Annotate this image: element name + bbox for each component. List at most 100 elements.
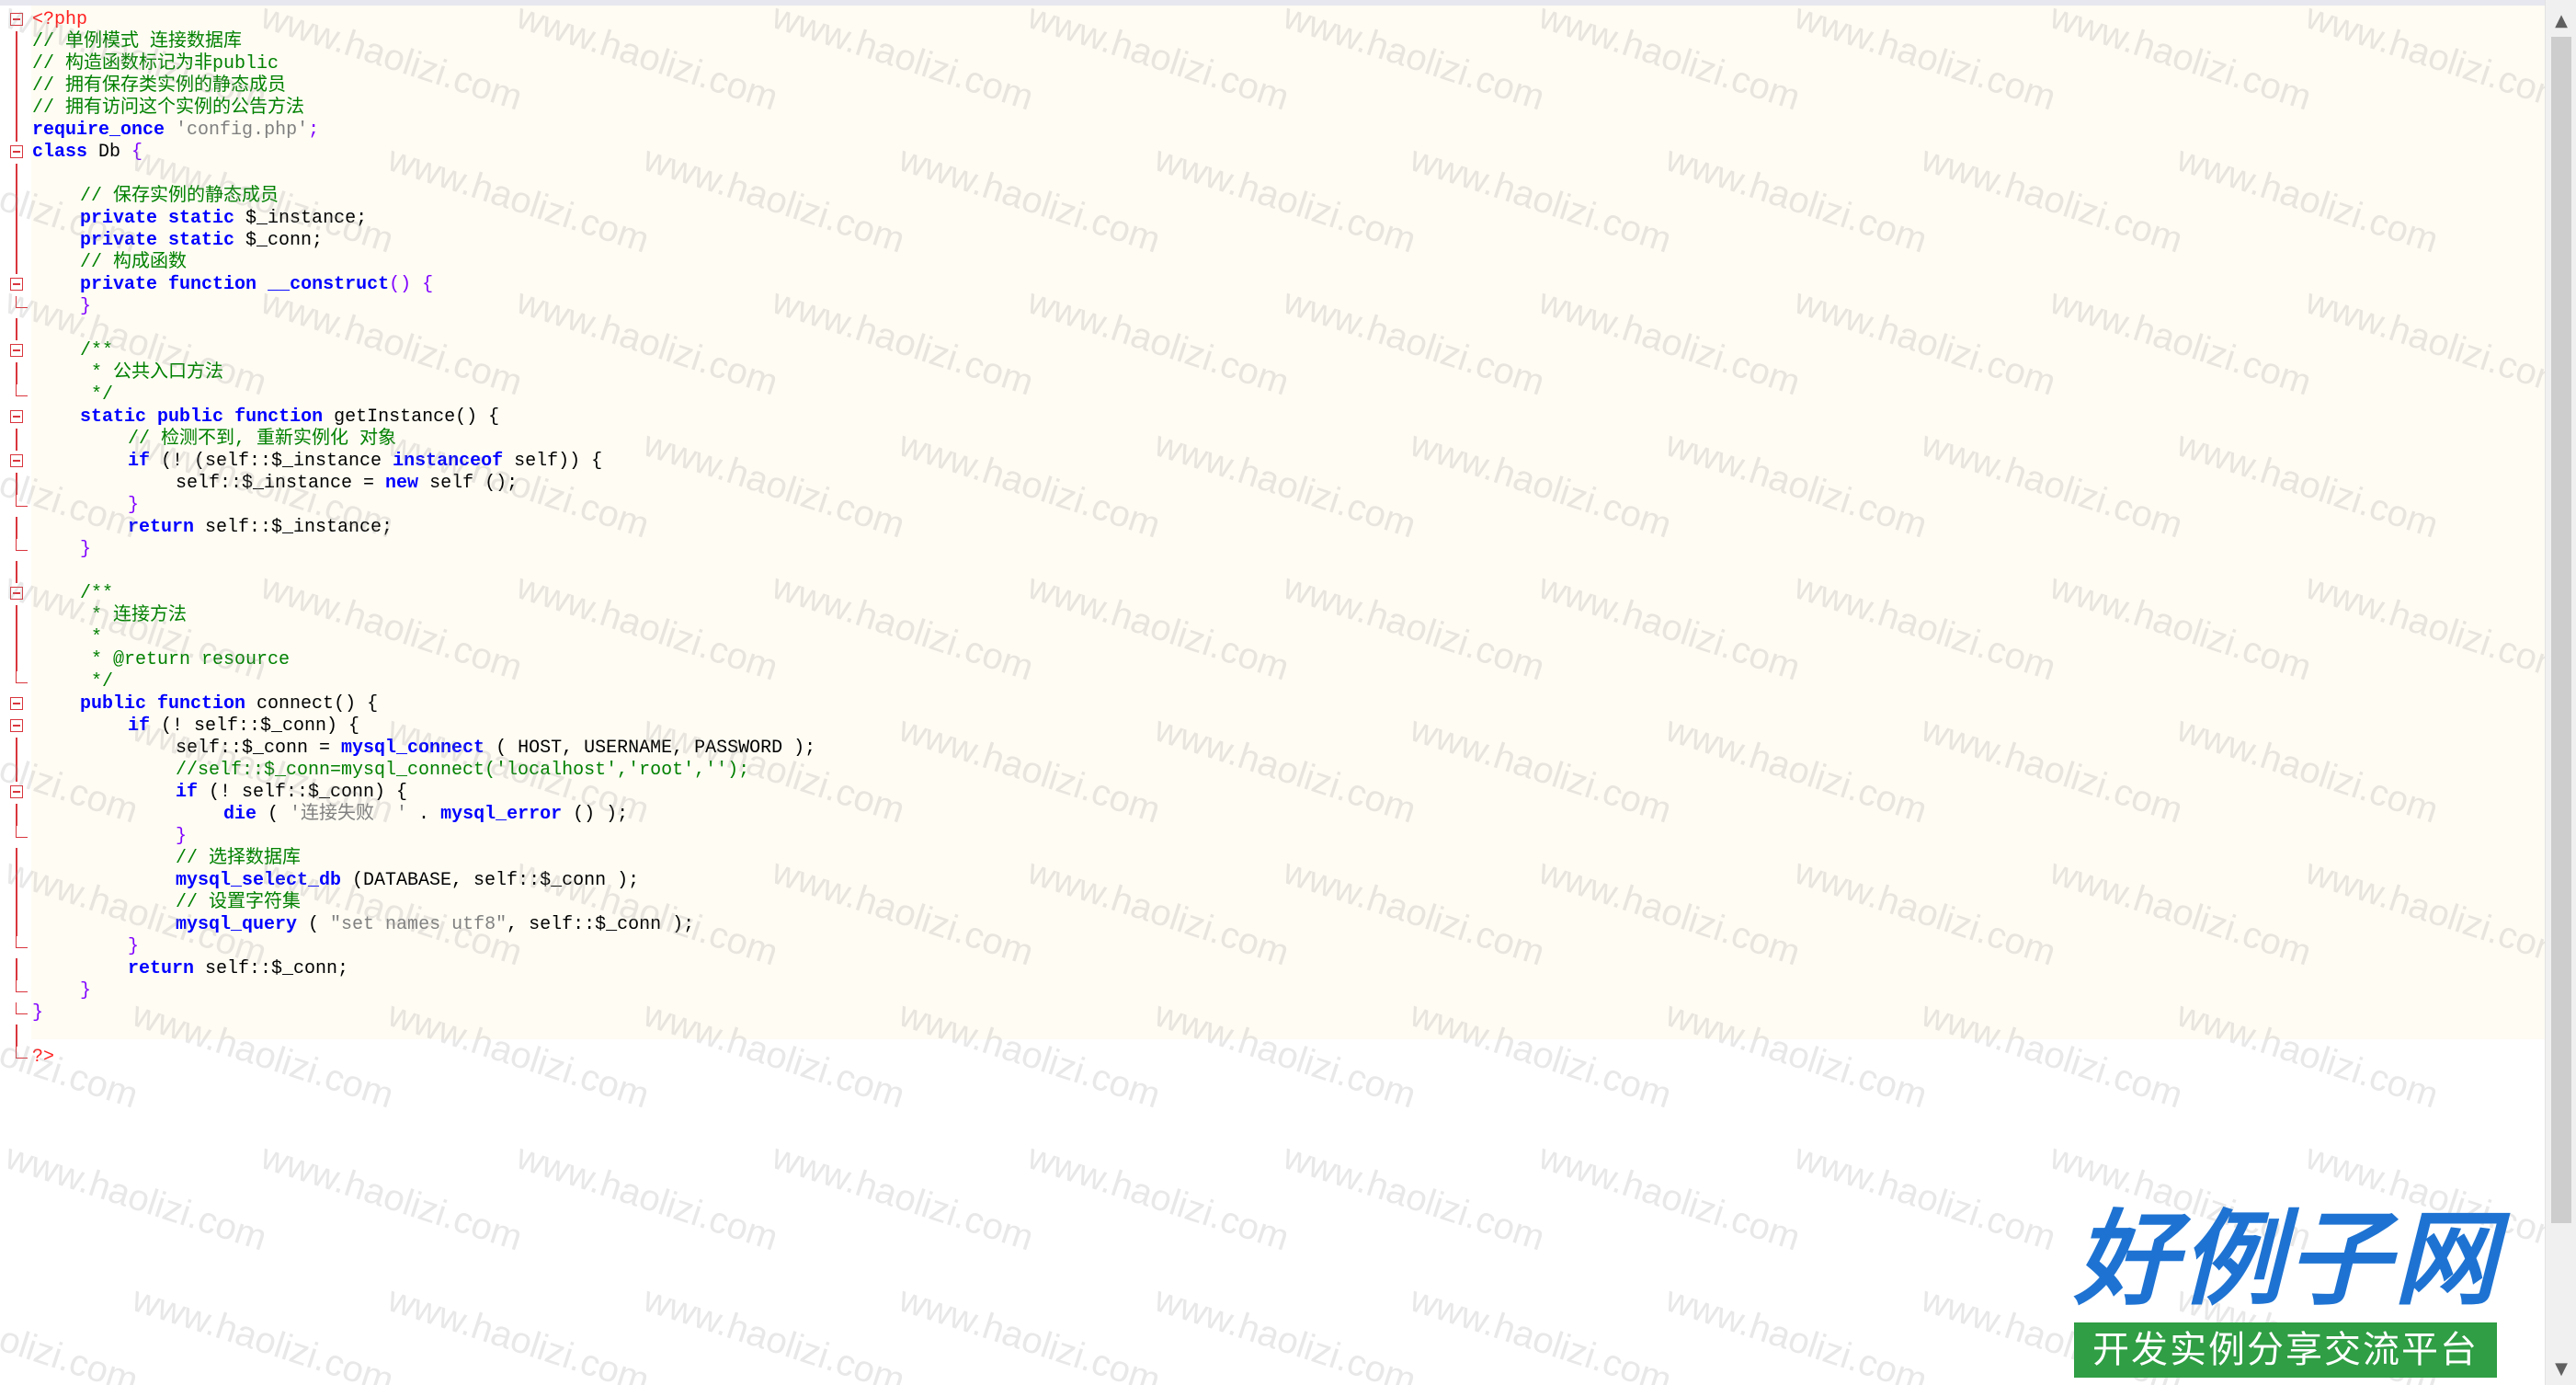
fold-toggle-icon[interactable]	[10, 719, 23, 732]
code-token: // 选择数据库	[176, 848, 302, 869]
code-text: }	[32, 826, 187, 848]
code-text: return self::$_instance;	[32, 517, 393, 539]
code-text: */	[32, 384, 113, 406]
code-text: require_once 'config.php';	[32, 120, 319, 142]
code-text: }	[32, 296, 91, 318]
code-token: $_instance;	[234, 208, 368, 229]
code-text: // 构成函数	[32, 252, 187, 274]
fold-toggle-icon[interactable]	[10, 145, 23, 158]
code-token: instanceof	[393, 451, 504, 472]
code-token: return	[128, 958, 195, 979]
code-token: // 构成函数	[80, 252, 188, 273]
fold-line-marker	[16, 186, 17, 208]
code-token: if	[128, 715, 151, 737]
code-text: if (! self::$_conn) {	[32, 715, 359, 738]
fold-toggle-icon[interactable]	[10, 344, 23, 357]
code-token: .	[407, 804, 441, 825]
fold-line-marker	[16, 517, 17, 539]
haolizi-logo: 好例子网 开发实例分享交流平台	[2074, 1205, 2497, 1378]
code-editor[interactable]: <?php// 单例模式 连接数据库// 构造函数标记为非public// 拥有…	[0, 0, 2576, 1385]
code-token: (	[256, 804, 291, 825]
fold-end-marker	[16, 539, 28, 551]
fold-toggle-icon[interactable]	[10, 410, 23, 423]
code-token: self::$_instance =	[176, 473, 386, 494]
code-text: die ( '连接失败 ' . mysql_error () );	[32, 804, 628, 826]
code-token: */	[80, 671, 114, 692]
code-token: }	[80, 980, 92, 1002]
code-text: self::$_instance = new self ();	[32, 473, 518, 495]
code-text: }	[32, 936, 139, 958]
code-text: // 拥有保存类实例的静态成员	[32, 75, 286, 97]
code-token: self::$_conn;	[194, 958, 349, 979]
fold-line-marker	[16, 738, 17, 760]
code-token: static	[168, 208, 235, 229]
code-token: , self::$_conn );	[507, 914, 695, 935]
fold-line-marker	[16, 473, 17, 495]
code-text: // 设置字符集	[32, 892, 301, 914]
vertical-scrollbar[interactable]: ▲ ▼	[2545, 0, 2576, 1385]
code-text: static public function getInstance() {	[32, 406, 499, 429]
code-token: function	[234, 406, 324, 428]
code-token: self)) {	[503, 451, 603, 472]
code-token: if	[128, 451, 151, 472]
code-text: mysql_select_db (DATABASE, self::$_conn …	[32, 870, 639, 892]
scroll-down-arrow-icon[interactable]: ▼	[2546, 1354, 2576, 1385]
fold-end-marker	[16, 1002, 28, 1014]
fold-line-marker	[16, 958, 17, 980]
code-token: class	[32, 142, 88, 163]
code-text: ?>	[32, 1047, 54, 1069]
code-token: mysql_error	[440, 804, 563, 825]
fold-toggle-icon[interactable]	[10, 454, 23, 467]
code-token: require_once	[32, 120, 165, 141]
code-token: self ();	[418, 473, 519, 494]
code-text: // 保存实例的静态成员	[32, 186, 279, 208]
code-token: self::$_conn =	[176, 738, 342, 759]
code-token: * 连接方法	[80, 605, 188, 626]
code-text: <?php	[32, 9, 87, 31]
fold-toggle-icon[interactable]	[10, 13, 23, 26]
code-text: /**	[32, 340, 113, 362]
fold-toggle-icon[interactable]	[10, 697, 23, 710]
code-token: mysql_connect	[341, 738, 485, 759]
fold-line-marker	[16, 208, 17, 230]
fold-line-marker	[16, 1024, 17, 1047]
code-token: mysql_select_db	[176, 870, 342, 891]
fold-toggle-icon[interactable]	[10, 278, 23, 291]
fold-line-marker	[16, 760, 17, 782]
fold-line-marker	[16, 362, 17, 384]
code-token: if	[176, 782, 199, 803]
fold-end-marker	[16, 495, 28, 507]
logo-subtitle: 开发实例分享交流平台	[2074, 1322, 2497, 1378]
code-token: ?>	[32, 1047, 55, 1068]
code-token: 'config.php'	[176, 120, 309, 141]
fold-end-marker	[16, 671, 28, 683]
code-token: /**	[80, 340, 114, 361]
fold-line-marker	[16, 892, 17, 914]
code-token: public	[157, 406, 224, 428]
code-text: if (! self::$_conn) {	[32, 782, 407, 804]
code-token: static	[168, 230, 235, 251]
scroll-up-arrow-icon[interactable]: ▲	[2546, 6, 2576, 37]
code-token: //self::$_conn=mysql_connect('localhost'…	[176, 760, 750, 781]
scroll-thumb[interactable]	[2551, 37, 2571, 1223]
fold-line-marker	[16, 53, 17, 75]
fold-end-marker	[16, 1047, 28, 1059]
code-token: return	[128, 517, 195, 538]
code-token: <?php	[32, 9, 88, 30]
fold-line-marker	[16, 804, 17, 826]
fold-line-marker	[16, 627, 17, 649]
code-text: self::$_conn = mysql_connect ( HOST, USE…	[32, 738, 815, 760]
code-text: private static $_conn;	[32, 230, 323, 252]
code-token: $_conn;	[234, 230, 324, 251]
code-text: }	[32, 980, 91, 1002]
code-token: "set names utf8"	[330, 914, 507, 935]
fold-toggle-icon[interactable]	[10, 587, 23, 600]
code-text: // 构造函数标记为非public	[32, 53, 279, 75]
code-token: }	[176, 826, 188, 847]
code-token: }	[80, 296, 92, 317]
code-token: // 保存实例的静态成员	[80, 186, 279, 207]
fold-line-marker	[16, 97, 17, 120]
fold-toggle-icon[interactable]	[10, 785, 23, 798]
